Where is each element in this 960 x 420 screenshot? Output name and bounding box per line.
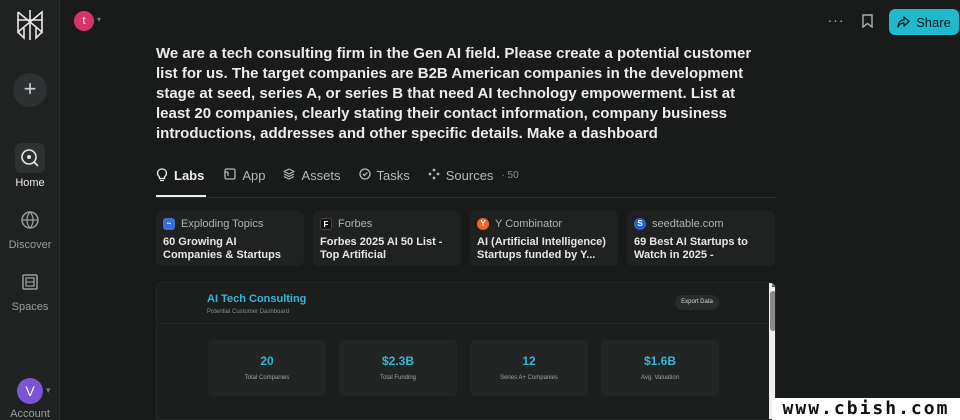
share-icon xyxy=(897,16,910,28)
tab-label: App xyxy=(242,168,266,183)
sidebar-item-label: Spaces xyxy=(11,301,49,313)
source-header: ~ Exploding Topics xyxy=(163,217,297,231)
source-header: S seedtable.com xyxy=(634,217,768,231)
export-data-button[interactable]: Export Data xyxy=(675,295,719,310)
favicon-icon: Y xyxy=(477,218,489,230)
source-site: Y Combinator xyxy=(495,218,563,230)
source-title: 60 Growing AI Companies & Startups (2025… xyxy=(163,236,281,261)
dashboard-preview[interactable]: AI Tech Consulting Potential Customer Da… xyxy=(156,282,776,420)
tab-label: Sources xyxy=(445,168,494,183)
tab-label: Assets xyxy=(301,168,341,183)
tab-sources[interactable]: Sources · 50 xyxy=(428,164,519,197)
source-card[interactable]: S seedtable.com 69 Best AI Startups to W… xyxy=(627,211,775,266)
stat-card: 20 Total Companies xyxy=(208,340,326,396)
globe-icon xyxy=(15,205,45,235)
stat-label: Total Companies xyxy=(244,375,290,381)
app-icon xyxy=(224,168,236,180)
layers-icon xyxy=(283,168,296,180)
query-text: We are a tech consulting firm in the Gen… xyxy=(156,45,752,142)
source-header: Y Y Combinator xyxy=(477,217,611,231)
sources-count: · 50 xyxy=(501,170,519,181)
perplexity-logo[interactable] xyxy=(14,8,46,42)
dashboard-divider xyxy=(157,323,775,324)
source-card[interactable]: ~ Exploding Topics 60 Growing AI Compani… xyxy=(156,211,304,266)
account-avatar[interactable]: V xyxy=(17,378,43,404)
favicon-icon: ~ xyxy=(163,218,175,230)
favicon-icon: F xyxy=(320,218,332,230)
stat-card: $2.3B Total Funding xyxy=(339,340,457,396)
search-circle-icon xyxy=(15,143,45,173)
tab-assets[interactable]: Assets xyxy=(283,164,341,197)
check-circle-icon xyxy=(358,168,371,180)
result-tabs: Labs App Assets Tasks Sources · 50 xyxy=(156,164,776,198)
new-thread-button[interactable]: + xyxy=(13,73,47,107)
scroll-up-icon[interactable]: ▴ xyxy=(770,283,775,289)
stat-value: $2.3B xyxy=(381,354,415,368)
source-site: Forbes xyxy=(338,218,373,230)
bulb-icon xyxy=(156,168,168,182)
watermark: www.cbish.com xyxy=(772,398,960,420)
stat-value: 12 xyxy=(522,354,536,368)
stat-label: Avg. Valuation xyxy=(640,375,680,381)
sources-icon xyxy=(428,168,440,180)
bookmark-icon xyxy=(861,14,873,28)
source-card[interactable]: F Forbes Forbes 2025 AI 50 List - Top Ar… xyxy=(313,211,461,266)
sidebar-item-label: Home xyxy=(15,177,45,189)
dashboard-subtitle: Potential Customer Dashboard xyxy=(207,309,290,315)
source-title: 69 Best AI Startups to Watch in 2025 - S… xyxy=(634,236,748,261)
scroll-thumb[interactable] xyxy=(770,291,775,331)
tab-label: Tasks xyxy=(376,168,410,183)
source-site: Exploding Topics xyxy=(181,218,264,230)
more-options-button[interactable]: ··· xyxy=(826,11,846,31)
share-button[interactable]: Share xyxy=(889,9,959,35)
stat-label: Total Funding xyxy=(379,375,417,381)
source-header: F Forbes xyxy=(320,217,454,231)
source-card[interactable]: Y Y Combinator AI (Artificial Intelligen… xyxy=(470,211,618,266)
sidebar-item-spaces[interactable]: Spaces xyxy=(0,267,60,313)
stat-label: Series A+ Companies xyxy=(500,375,558,381)
source-title: AI (Artificial Intelligence) Startups fu… xyxy=(477,236,606,261)
stat-card: $1.6B Avg. Valuation xyxy=(601,340,719,396)
source-site: seedtable.com xyxy=(652,218,724,230)
tab-label: Labs xyxy=(174,168,205,183)
tab-labs[interactable]: Labs xyxy=(156,164,207,197)
sidebar: + Home Discover Spaces V ▾ Account xyxy=(0,0,60,420)
sidebar-item-discover[interactable]: Discover xyxy=(0,205,60,251)
source-title: Forbes 2025 AI 50 List - Top Artificial … xyxy=(320,236,443,261)
tab-tasks[interactable]: Tasks xyxy=(358,164,410,197)
dashboard-title: AI Tech Consulting xyxy=(207,293,307,305)
chevron-down-icon[interactable]: ▾ xyxy=(97,15,101,24)
stat-value: $1.6B xyxy=(643,354,677,368)
share-label: Share xyxy=(916,14,951,30)
favicon-icon: S xyxy=(634,218,646,230)
stat-card: 12 Series A+ Companies xyxy=(470,340,588,396)
account-label: Account xyxy=(10,408,50,420)
spaces-icon xyxy=(15,267,45,297)
bookmark-button[interactable] xyxy=(858,11,876,31)
user-avatar[interactable]: t xyxy=(74,11,94,31)
stat-value: 20 xyxy=(260,354,274,368)
sidebar-item-label: Discover xyxy=(8,239,52,251)
chevron-down-icon[interactable]: ▾ xyxy=(46,385,51,396)
sidebar-item-home[interactable]: Home xyxy=(0,143,60,189)
tab-app[interactable]: App xyxy=(224,164,265,197)
